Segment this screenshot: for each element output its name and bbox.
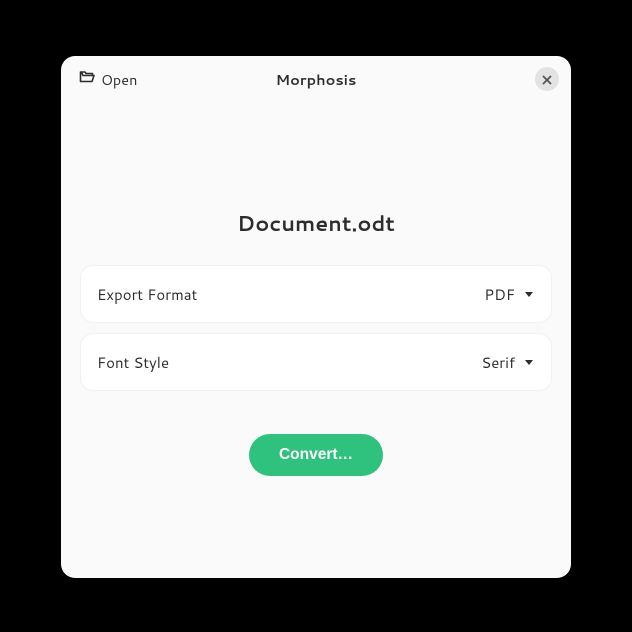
font-style-row[interactable]: Font Style Serif — [81, 334, 551, 390]
font-style-value: Serif — [481, 352, 515, 373]
font-style-value-wrap: Serif — [481, 352, 535, 373]
chevron-down-icon — [523, 284, 535, 305]
folder-open-icon — [79, 69, 95, 90]
open-button[interactable]: Open — [73, 65, 143, 94]
close-button[interactable] — [535, 67, 559, 91]
export-format-value-wrap: PDF — [484, 284, 535, 305]
open-button-label: Open — [101, 69, 137, 90]
chevron-down-icon — [523, 352, 535, 373]
window-title: Morphosis — [276, 69, 357, 90]
export-format-label: Export Format — [97, 284, 197, 305]
close-icon — [542, 68, 552, 91]
export-format-value: PDF — [484, 284, 515, 305]
document-filename: Document.odt — [237, 208, 395, 238]
convert-button[interactable]: Convert… — [249, 434, 383, 476]
font-style-label: Font Style — [97, 352, 169, 373]
export-format-row[interactable]: Export Format PDF — [81, 266, 551, 322]
app-window: Open Morphosis Document.odt Export Forma… — [61, 56, 571, 578]
titlebar: Open Morphosis — [61, 56, 571, 102]
main-content: Document.odt Export Format PDF Font Styl… — [61, 102, 571, 578]
